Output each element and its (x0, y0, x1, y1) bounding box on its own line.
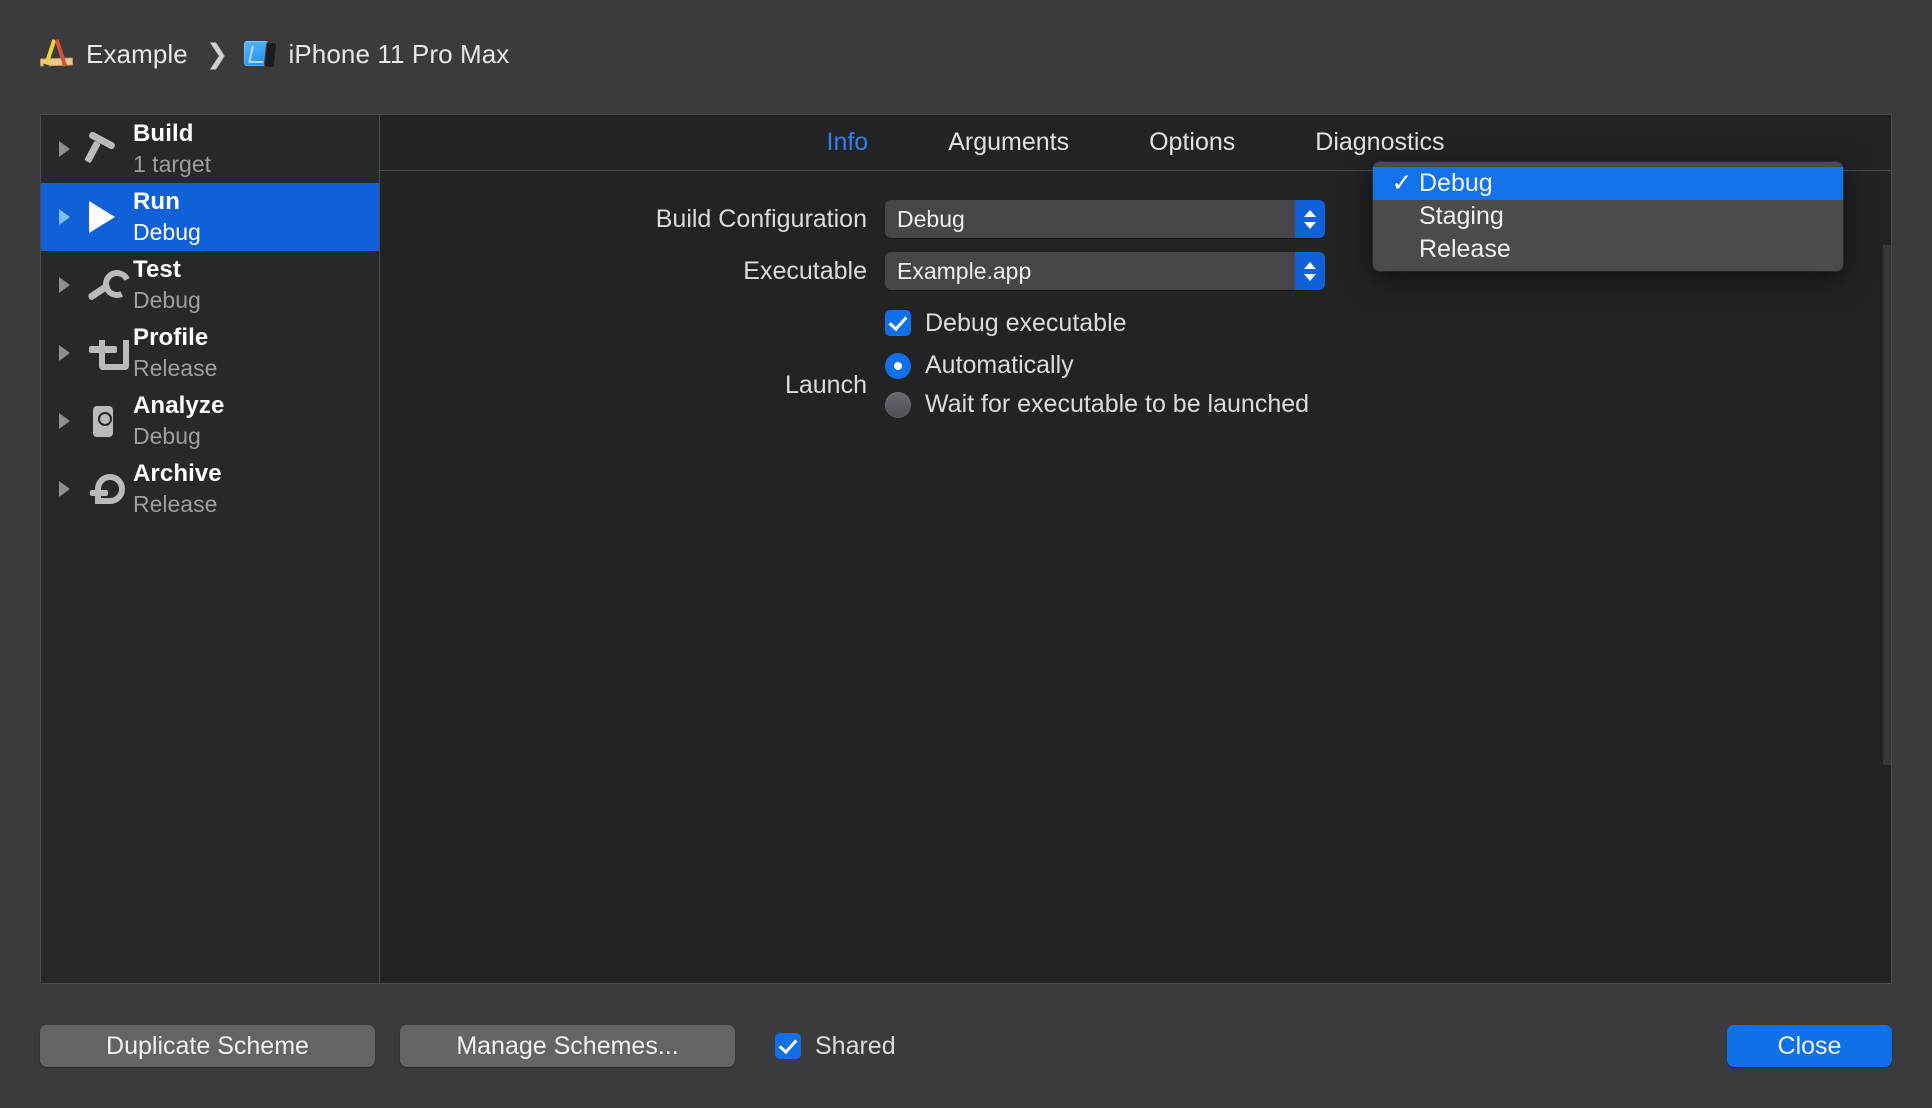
archive-icon (81, 468, 125, 510)
debug-executable-label: Debug executable (925, 308, 1127, 337)
tab-arguments[interactable]: Arguments (908, 128, 1109, 157)
sidebar-item-analyze[interactable]: Analyze Debug (41, 387, 379, 455)
build-configuration-value: Debug (897, 205, 965, 232)
tab-options[interactable]: Options (1109, 128, 1275, 157)
disclosure-triangle-icon[interactable] (59, 277, 81, 293)
debug-executable-checkbox[interactable] (885, 310, 911, 336)
sidebar-item-build[interactable]: Build 1 target (41, 115, 379, 183)
shared-checkbox-group[interactable]: Shared (775, 1032, 896, 1061)
disclosure-triangle-icon[interactable] (59, 481, 81, 497)
disclosure-triangle-icon[interactable] (59, 141, 81, 157)
launch-automatically-radio[interactable] (885, 352, 911, 379)
menu-item-label: Staging (1419, 202, 1504, 230)
menu-item-label: Release (1419, 235, 1511, 263)
sidebar-item-label: Profile (133, 324, 209, 352)
build-configuration-label: Build Configuration (655, 204, 867, 233)
caliper-icon (81, 332, 129, 374)
checkmark-icon: ✓ (1391, 169, 1413, 197)
duplicate-scheme-button[interactable]: Duplicate Scheme (40, 1025, 375, 1067)
debug-executable-row: Debug executable (380, 299, 1891, 347)
panel-edge (1883, 245, 1891, 765)
menu-item-release[interactable]: ✓ Release (1373, 233, 1843, 266)
sidebar-item-subtitle: Debug (133, 219, 201, 246)
sidebar-item-subtitle: Debug (133, 423, 201, 450)
shared-label: Shared (815, 1031, 896, 1060)
menu-item-label: Debug (1419, 169, 1493, 197)
manage-schemes-button[interactable]: Manage Schemes... (400, 1025, 735, 1067)
scheme-actions-sidebar: Build 1 target Run Debug Test Debug Prof… (41, 115, 380, 983)
sidebar-item-subtitle: Release (133, 491, 218, 518)
titlebar: Example ❯ iPhone 11 Pro Max (0, 0, 1932, 108)
wrench-icon (81, 264, 125, 306)
main-panel: Info Arguments Options Diagnostics Build… (380, 115, 1891, 983)
sidebar-item-test[interactable]: Test Debug (41, 251, 379, 319)
breadcrumb-project[interactable]: Example (86, 39, 188, 70)
launch-row: Launch Automatically Wait for executable… (380, 351, 1891, 419)
sidebar-item-profile[interactable]: Profile Release (41, 319, 379, 387)
sidebar-item-subtitle: 1 target (133, 151, 211, 178)
executable-popup-button[interactable]: Example.app (885, 252, 1325, 290)
sidebar-item-run[interactable]: Run Debug (41, 183, 379, 251)
build-configuration-menu: ✓ Debug ✓ Staging ✓ Release (1373, 162, 1843, 271)
breadcrumb-destination[interactable]: iPhone 11 Pro Max (288, 39, 509, 70)
chevron-updown-icon (1295, 200, 1325, 238)
hammer-icon (81, 128, 125, 170)
build-configuration-popup-button[interactable]: Debug (885, 200, 1325, 238)
tab-diagnostics[interactable]: Diagnostics (1275, 128, 1484, 157)
disclosure-triangle-icon[interactable] (59, 209, 81, 225)
content-area: Build 1 target Run Debug Test Debug Prof… (40, 114, 1892, 984)
checkmark-icon-placeholder: ✓ (1385, 204, 1419, 229)
scheme-editor-window: Example ❯ iPhone 11 Pro Max Build 1 targ… (0, 0, 1932, 1108)
sidebar-item-label: Run (133, 188, 180, 216)
launch-radio-group: Automatically Wait for executable to be … (885, 351, 1309, 419)
debug-executable-checkbox-group[interactable]: Debug executable (885, 309, 1127, 338)
bottom-toolbar: Duplicate Scheme Manage Schemes... Share… (0, 984, 1932, 1108)
launch-wait-radio[interactable] (885, 391, 911, 418)
close-button[interactable]: Close (1727, 1025, 1892, 1067)
launch-automatically-label: Automatically (925, 351, 1074, 379)
chevron-right-icon: ❯ (205, 38, 229, 69)
tab-info[interactable]: Info (787, 128, 909, 157)
sidebar-item-label: Build (133, 120, 194, 148)
xcode-app-icon (39, 39, 74, 69)
analyze-icon (81, 400, 125, 442)
menu-item-staging[interactable]: ✓ Staging (1373, 200, 1843, 233)
sidebar-item-subtitle: Debug (133, 287, 201, 314)
launch-wait-option[interactable]: Wait for executable to be launched (885, 390, 1309, 419)
sidebar-item-label: Test (133, 256, 181, 284)
executable-value: Example.app (897, 257, 1032, 284)
play-icon (81, 196, 125, 238)
menu-item-debug[interactable]: ✓ Debug (1373, 167, 1843, 200)
launch-label: Launch (784, 370, 867, 399)
checkmark-icon-placeholder: ✓ (1385, 237, 1419, 262)
launch-automatically-option[interactable]: Automatically (885, 351, 1309, 380)
launch-wait-label: Wait for executable to be launched (925, 390, 1310, 418)
sidebar-item-label: Archive (133, 460, 222, 488)
disclosure-triangle-icon[interactable] (59, 413, 81, 429)
simulator-icon (244, 40, 278, 69)
chevron-updown-icon (1295, 252, 1325, 290)
breadcrumb: Example ❯ iPhone 11 Pro Max (39, 38, 509, 70)
shared-checkbox[interactable] (775, 1033, 801, 1059)
disclosure-triangle-icon[interactable] (59, 345, 81, 361)
executable-label: Executable (743, 256, 867, 285)
sidebar-item-label: Analyze (133, 392, 225, 420)
sidebar-item-subtitle: Release (133, 355, 218, 382)
sidebar-item-archive[interactable]: Archive Release (41, 455, 379, 523)
